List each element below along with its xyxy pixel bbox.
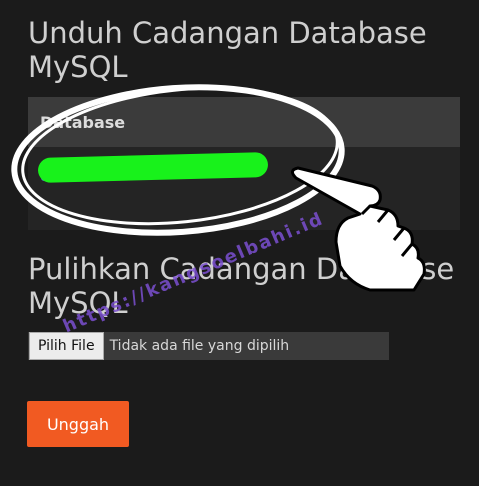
file-status-text: Tidak ada file yang dipilih	[109, 338, 290, 354]
redaction-mark	[37, 151, 269, 184]
database-column-header: Database	[28, 97, 460, 147]
database-table: Database 8	[28, 97, 460, 230]
file-input[interactable]: Pilih File Tidak ada file yang dipilih	[28, 332, 389, 360]
backup-section-title: Unduh Cadangan Database MySQL	[28, 16, 427, 84]
choose-file-button[interactable]: Pilih File	[29, 332, 104, 360]
table-row: 8	[28, 147, 460, 230]
upload-button[interactable]: Unggah	[27, 401, 129, 447]
